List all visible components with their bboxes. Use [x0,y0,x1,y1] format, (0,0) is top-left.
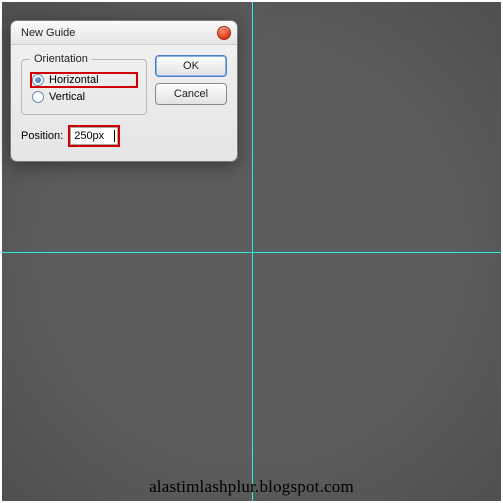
position-row: Position: 250px [21,125,147,147]
horizontal-guide-line [2,252,501,253]
orientation-horizontal-label: Horizontal [49,74,99,86]
orientation-legend: Orientation [30,53,92,65]
cancel-button[interactable]: Cancel [155,83,227,105]
position-input[interactable]: 250px [70,127,118,145]
new-guide-dialog: New Guide Orientation Horizontal Vertica… [10,20,238,162]
dialog-body: Orientation Horizontal Vertical Position… [11,45,237,161]
dialog-titlebar[interactable]: New Guide [11,21,237,45]
position-label: Position: [21,130,63,142]
dialog-right-column: OK Cancel [155,53,227,147]
orientation-group: Orientation Horizontal Vertical [21,53,147,115]
watermark-text: alastimlashplur.blogspot.com [0,477,503,497]
radio-icon[interactable] [32,91,44,103]
orientation-vertical-label: Vertical [49,91,85,103]
position-value: 250px [74,130,104,142]
orientation-horizontal-row[interactable]: Horizontal [30,72,138,88]
dialog-left-column: Orientation Horizontal Vertical Position… [21,53,147,147]
ok-button-label: OK [183,60,199,72]
dialog-title: New Guide [21,27,217,39]
close-icon[interactable] [217,26,231,40]
position-input-highlight: 250px [68,125,120,147]
radio-icon[interactable] [32,74,44,86]
cancel-button-label: Cancel [174,88,208,100]
ok-button[interactable]: OK [155,55,227,77]
text-caret [114,130,115,142]
orientation-vertical-row[interactable]: Vertical [30,89,138,105]
